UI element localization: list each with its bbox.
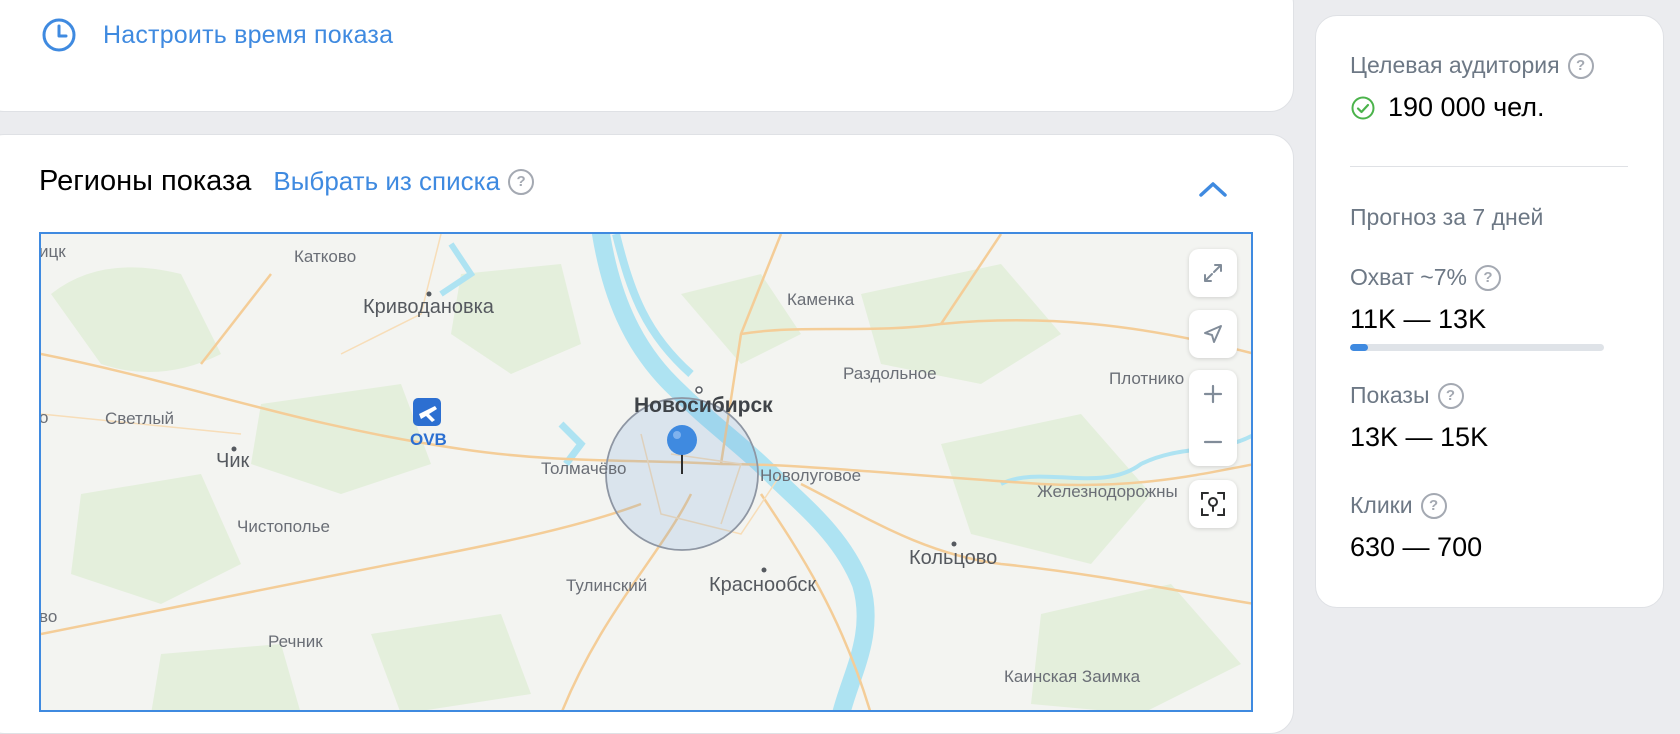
locate-button[interactable] <box>1189 480 1237 528</box>
help-icon[interactable]: ? <box>1474 264 1501 291</box>
expand-icon <box>1204 264 1222 282</box>
help-icon[interactable]: ? <box>1420 492 1447 519</box>
forecast-label-text: Прогноз за 7 дней <box>1350 204 1544 230</box>
help-icon[interactable]: ? <box>1437 382 1464 409</box>
forecast-card: Целевая аудитория ? 190 000 чел. Прогноз… <box>1315 15 1664 608</box>
reach-label: Охват ~7% <box>1350 264 1467 290</box>
map-label: во <box>39 607 58 626</box>
zoom-out-button[interactable] <box>1189 418 1237 466</box>
choose-from-list-link[interactable]: Выбрать из списка <box>273 166 500 197</box>
clicks-value: 630 — 700 <box>1350 532 1483 562</box>
navigate-control <box>1189 310 1237 358</box>
map-label: Чистополье <box>237 517 330 536</box>
regions-card: Регионы показа Выбрать из списка ? ицк К… <box>0 134 1294 734</box>
audience-value: 190 000 чел. <box>1388 92 1545 122</box>
map-label: Криводановка <box>363 296 494 318</box>
regions-header: Регионы показа Выбрать из списка ? <box>39 165 535 198</box>
audience-label: Целевая аудитория <box>1350 52 1560 78</box>
map-background <box>41 234 1251 710</box>
map-label: Новолуговое <box>760 466 862 485</box>
map-label: Светлый <box>105 409 175 428</box>
navigate-button[interactable] <box>1189 310 1237 358</box>
map-label-novosibirsk: Новосибирск <box>634 394 773 417</box>
impressions-label-row: Показы ? <box>1350 382 1464 409</box>
schedule-card: Настроить время показа <box>0 0 1294 112</box>
divider <box>1350 166 1628 167</box>
forecast-label: Прогноз за 7 дней <box>1350 204 1543 231</box>
fullscreen-control <box>1189 249 1237 297</box>
reach-progress-bar <box>1350 344 1604 351</box>
zoom-control <box>1189 370 1237 466</box>
navigate-icon <box>1204 325 1222 343</box>
region-map[interactable]: ицк Катково Криводановка Каменка Раздоль… <box>39 232 1253 712</box>
reach-progress-fill <box>1350 344 1368 351</box>
clock-icon <box>42 18 76 52</box>
map-label: Кольцово <box>909 547 998 569</box>
locate-pin-icon <box>1201 492 1225 516</box>
map-label: Каинская Заимка <box>1004 667 1141 686</box>
locate-control <box>1189 480 1237 528</box>
map-label: Катково <box>294 247 357 266</box>
impressions-value: 13K — 15K <box>1350 422 1489 452</box>
audience-value-row: 190 000 чел. <box>1350 92 1545 123</box>
zoom-out-icon <box>1203 440 1223 444</box>
reach-value: 11K — 13K <box>1350 304 1487 334</box>
configure-schedule-label: Настроить время показа <box>103 20 394 49</box>
clicks-label: Клики <box>1350 492 1413 518</box>
map-label: Краснообск <box>709 574 817 596</box>
help-icon[interactable]: ? <box>508 168 535 195</box>
map-label: ицк <box>39 242 66 261</box>
audience-label-row: Целевая аудитория ? <box>1350 52 1594 79</box>
reach-label-row: Охват ~7% ? <box>1350 264 1501 291</box>
map-label-airport: OVB <box>410 430 447 449</box>
help-icon[interactable]: ? <box>1567 52 1594 79</box>
map-label: о <box>39 408 49 427</box>
map-label: Чик <box>216 450 250 472</box>
clicks-label-row: Клики ? <box>1350 492 1447 519</box>
check-circle-icon <box>1351 96 1375 119</box>
map-label: Каменка <box>787 290 855 309</box>
regions-title: Регионы показа <box>39 165 252 197</box>
chevron-up-icon[interactable] <box>1195 175 1231 203</box>
map-label: Плотнико <box>1109 369 1185 388</box>
map-label: Раздольное <box>843 364 937 383</box>
map-label: Железнодорожны <box>1037 482 1178 501</box>
zoom-in-icon <box>1203 384 1223 404</box>
impressions-label: Показы <box>1350 382 1430 408</box>
map-label: Речник <box>268 632 323 651</box>
expand-button[interactable] <box>1189 249 1237 297</box>
configure-schedule-link[interactable]: Настроить время показа <box>41 17 393 53</box>
map-label: Тулинский <box>566 576 648 595</box>
map-label: Толмачёво <box>541 459 627 478</box>
zoom-in-button[interactable] <box>1189 370 1237 418</box>
